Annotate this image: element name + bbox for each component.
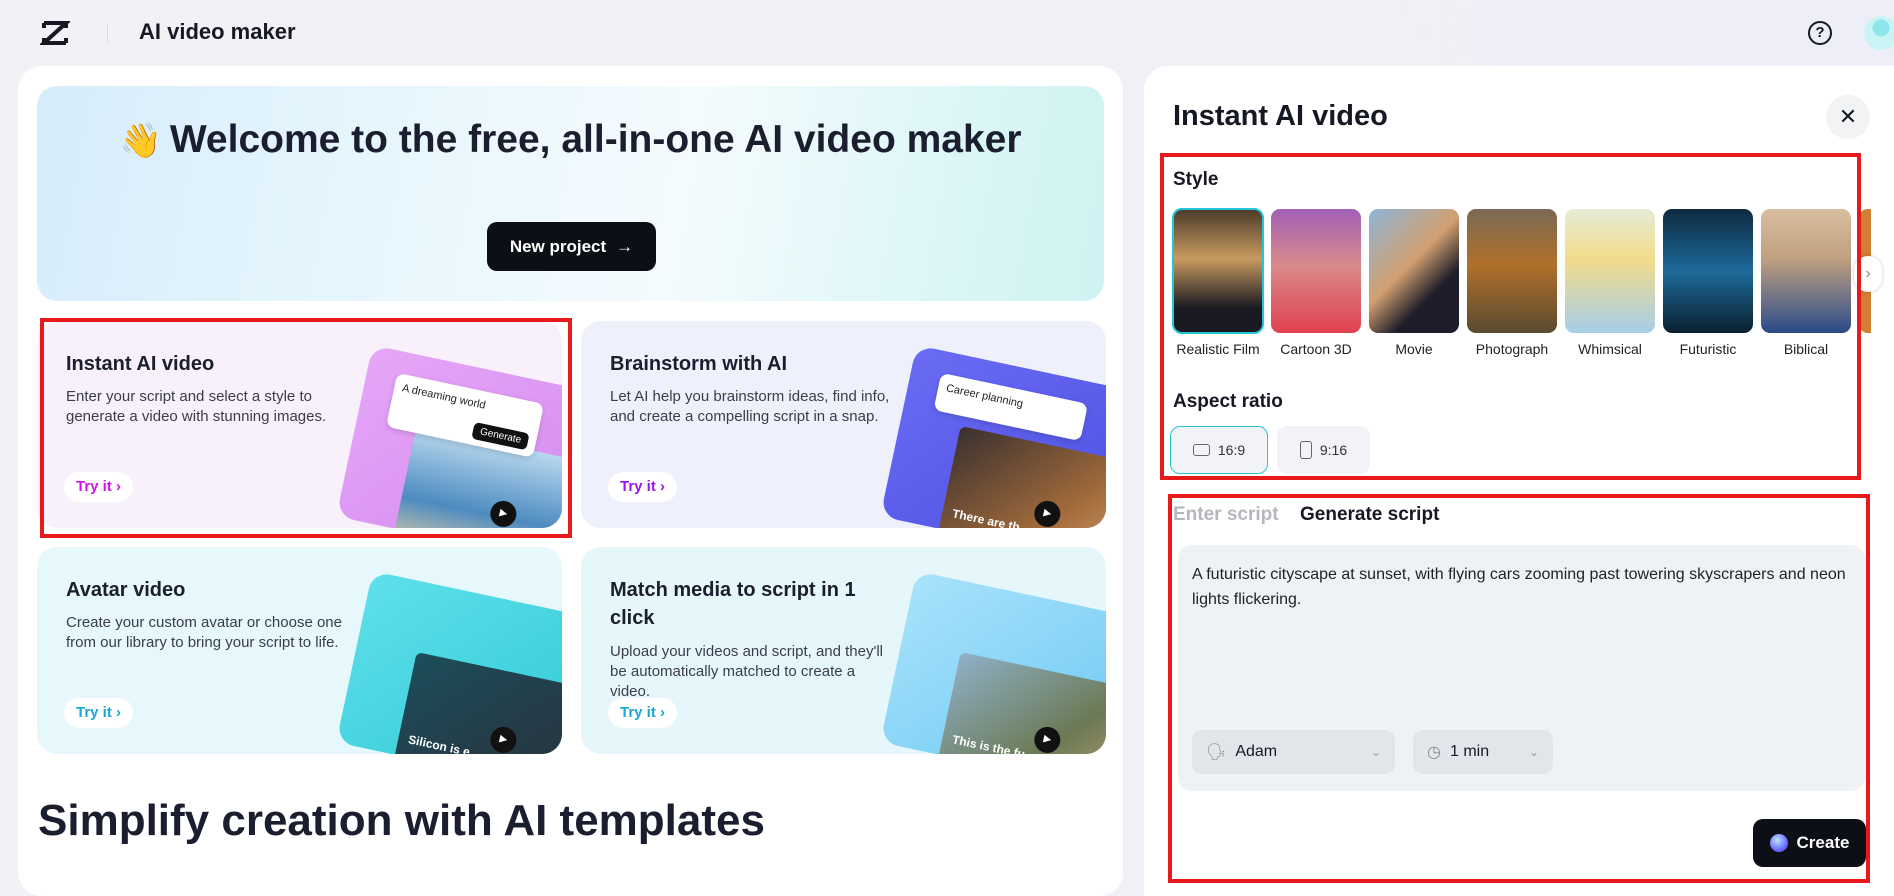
style-thumb-realistic-film[interactable] bbox=[1172, 208, 1264, 334]
card-description: Upload your videos and script, and they'… bbox=[610, 643, 884, 700]
try-it-button[interactable]: Try it › bbox=[64, 698, 134, 728]
script-text[interactable]: A futuristic cityscape at sunset, with f… bbox=[1192, 562, 1852, 612]
card-match-media[interactable]: Match media to script in 1 click Upload … bbox=[581, 547, 1106, 754]
style-label: Style bbox=[1173, 169, 1219, 190]
new-project-button[interactable]: New project → bbox=[487, 222, 656, 271]
card-illustration: Career planning ▶ There are th bbox=[880, 345, 1106, 528]
card-description: Create your custom avatar or choose one … bbox=[66, 614, 342, 651]
hero-banner: 👋 Welcome to the free, all-in-one AI vide… bbox=[37, 86, 1104, 301]
chevron-down-icon: ⌄ bbox=[1370, 745, 1381, 759]
templates-heading: Simplify creation with AI templates bbox=[38, 796, 765, 845]
voice-dropdown[interactable]: 🗣 Adam ⌄ bbox=[1192, 730, 1395, 774]
chevron-right-icon[interactable]: › bbox=[1854, 256, 1882, 292]
script-input[interactable]: A futuristic cityscape at sunset, with f… bbox=[1178, 545, 1865, 791]
card-title: Avatar video bbox=[66, 579, 186, 601]
card-description: Let AI help you brainstorm ideas, find i… bbox=[610, 388, 890, 425]
capcut-logo-icon[interactable] bbox=[40, 20, 70, 46]
app-title: AI video maker bbox=[139, 19, 296, 44]
style-label-item: Movie bbox=[1395, 341, 1433, 357]
panel-title: Instant AI video bbox=[1173, 100, 1388, 132]
style-label-item: Whimsical bbox=[1578, 341, 1642, 357]
card-illustration: ▶ Silicon is e bbox=[336, 571, 562, 754]
try-it-button[interactable]: Try it › bbox=[608, 472, 678, 502]
aspect-16-9-button[interactable]: 16:9 bbox=[1170, 426, 1268, 474]
style-label-item: Biblical bbox=[1783, 341, 1829, 357]
user-avatar[interactable] bbox=[1864, 16, 1894, 50]
waving-hand-icon: 👋 bbox=[119, 122, 162, 160]
style-thumb-cartoon-3d[interactable] bbox=[1271, 209, 1361, 333]
style-label-item: Futuristic bbox=[1679, 341, 1737, 357]
card-title: Brainstorm with AI bbox=[610, 353, 788, 375]
ai-orb-icon bbox=[1769, 834, 1788, 852]
card-avatar-video[interactable]: Avatar video Create your custom avatar o… bbox=[37, 547, 562, 754]
tab-generate-script[interactable]: Generate script bbox=[1300, 504, 1439, 526]
style-label-item: Photograph bbox=[1475, 341, 1549, 357]
header-divider bbox=[107, 23, 108, 43]
style-thumb-movie[interactable] bbox=[1369, 209, 1459, 333]
style-label-item: Realistic Film bbox=[1176, 341, 1260, 357]
aspect-ratio-label: Aspect ratio bbox=[1173, 391, 1283, 412]
style-thumb-whimsical[interactable] bbox=[1565, 209, 1655, 333]
aspect-9-16-button[interactable]: 9:16 bbox=[1277, 426, 1370, 474]
try-it-button[interactable]: Try it › bbox=[64, 472, 134, 502]
create-button[interactable]: Create bbox=[1753, 819, 1866, 867]
style-thumb-biblical[interactable] bbox=[1761, 209, 1851, 333]
duration-dropdown[interactable]: ◷ 1 min ⌄ bbox=[1413, 730, 1553, 774]
style-thumb-futuristic[interactable] bbox=[1663, 209, 1753, 333]
hero-title: 👋 Welcome to the free, all-in-one AI vide… bbox=[119, 118, 1022, 161]
card-description: Enter your script and select a style to … bbox=[66, 388, 327, 425]
card-title: Instant AI video bbox=[66, 353, 215, 375]
card-illustration: ▶ This is the fu bbox=[880, 571, 1106, 754]
help-icon[interactable]: ? bbox=[1808, 21, 1832, 45]
voice-icon: 🗣 bbox=[1206, 744, 1227, 761]
card-title: Match media to script in 1 click bbox=[610, 579, 856, 629]
try-it-button[interactable]: Try it › bbox=[608, 698, 678, 728]
portrait-icon bbox=[1299, 441, 1312, 459]
close-icon[interactable]: ✕ bbox=[1826, 95, 1870, 139]
card-illustration: A dreaming world Generate ▶ bbox=[336, 345, 562, 528]
clock-icon: ◷ bbox=[1427, 744, 1441, 761]
tab-enter-script[interactable]: Enter script bbox=[1173, 504, 1279, 526]
card-brainstorm[interactable]: Brainstorm with AI Let AI help you brain… bbox=[581, 321, 1106, 528]
arrow-right-icon: → bbox=[616, 236, 634, 256]
landscape-icon bbox=[1192, 444, 1210, 456]
chevron-down-icon: ⌄ bbox=[1528, 745, 1539, 759]
style-thumb-photograph[interactable] bbox=[1467, 209, 1557, 333]
card-instant-ai-video[interactable]: Instant AI video Enter your script and s… bbox=[37, 321, 562, 528]
style-label-item: Cartoon 3D bbox=[1280, 341, 1352, 357]
